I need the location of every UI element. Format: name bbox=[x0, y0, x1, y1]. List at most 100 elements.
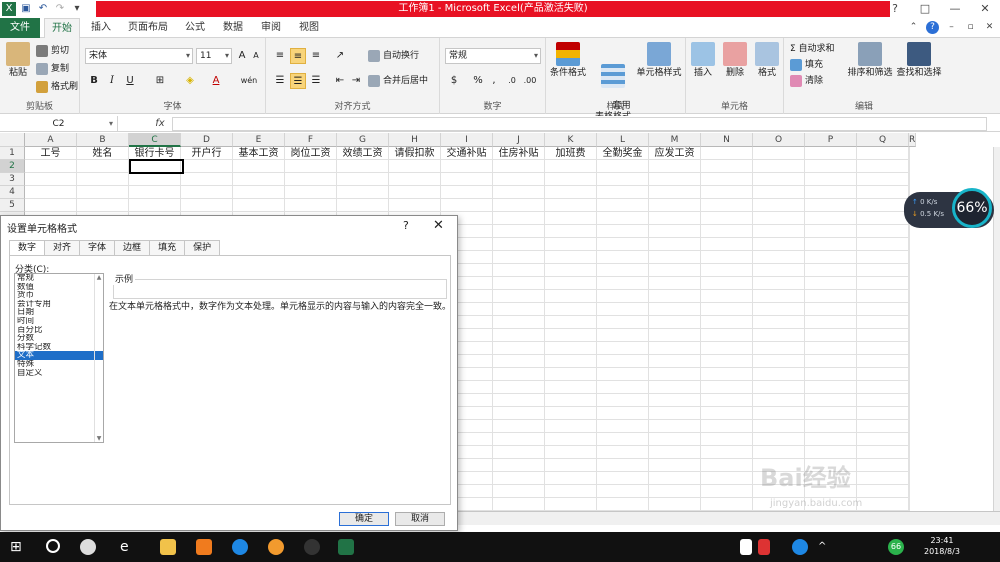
grid-cell[interactable] bbox=[337, 173, 389, 186]
grid-cell[interactable] bbox=[649, 199, 701, 212]
grid-cell[interactable] bbox=[857, 238, 909, 251]
grid-cell[interactable] bbox=[389, 199, 441, 212]
clock[interactable]: 23:41 2018/8/3 bbox=[924, 535, 960, 557]
grid-cell[interactable]: 加班费 bbox=[545, 147, 597, 160]
category-item[interactable]: 自定义 bbox=[15, 369, 103, 378]
fill-button[interactable]: 填充 bbox=[790, 58, 823, 72]
grid-cell[interactable] bbox=[649, 342, 701, 355]
grid-cell[interactable] bbox=[233, 173, 285, 186]
grid-cell[interactable] bbox=[597, 290, 649, 303]
row-header[interactable]: 5 bbox=[0, 199, 25, 212]
grid-cell[interactable] bbox=[493, 329, 545, 342]
grid-cell[interactable] bbox=[597, 303, 649, 316]
column-header[interactable]: L bbox=[597, 133, 649, 147]
grid-cell[interactable] bbox=[909, 472, 910, 485]
decrease-decimal-icon[interactable]: .00 bbox=[522, 73, 538, 89]
search-icon[interactable] bbox=[46, 539, 60, 553]
percent-button[interactable]: % bbox=[470, 73, 486, 89]
grid-cell[interactable] bbox=[597, 472, 649, 485]
font-color-icon[interactable]: A bbox=[208, 73, 224, 89]
grid-cell[interactable] bbox=[649, 446, 701, 459]
column-header[interactable]: Q bbox=[857, 133, 909, 147]
grid-cell[interactable] bbox=[701, 238, 753, 251]
grid-cell[interactable] bbox=[857, 498, 909, 511]
dialog-tab-protection[interactable]: 保护 bbox=[185, 240, 221, 256]
grid-cell[interactable] bbox=[493, 225, 545, 238]
grid-cell[interactable] bbox=[753, 277, 805, 290]
copy-button[interactable]: 复制 bbox=[36, 62, 69, 76]
grid-cell[interactable] bbox=[857, 251, 909, 264]
grid-cell[interactable] bbox=[753, 147, 805, 160]
tab-formulas[interactable]: 公式 bbox=[178, 18, 212, 38]
grid-cell[interactable] bbox=[545, 303, 597, 316]
grid-cell[interactable] bbox=[701, 420, 753, 433]
grid-cell[interactable] bbox=[493, 303, 545, 316]
grid-cell[interactable] bbox=[285, 186, 337, 199]
column-header[interactable]: C bbox=[129, 133, 181, 147]
grid-cell[interactable] bbox=[753, 303, 805, 316]
grid-cell[interactable] bbox=[337, 160, 389, 173]
grid-cell[interactable] bbox=[233, 160, 285, 173]
column-header[interactable]: K bbox=[545, 133, 597, 147]
grid-cell[interactable] bbox=[493, 290, 545, 303]
grid-cell[interactable] bbox=[649, 160, 701, 173]
grid-cell[interactable] bbox=[701, 342, 753, 355]
grid-cell[interactable] bbox=[389, 173, 441, 186]
grid-cell[interactable] bbox=[493, 433, 545, 446]
currency-icon[interactable]: $ bbox=[446, 73, 462, 89]
grid-cell[interactable] bbox=[545, 433, 597, 446]
grid-cell[interactable] bbox=[337, 199, 389, 212]
wrap-text-button[interactable]: 自动换行 bbox=[368, 49, 419, 63]
grid-cell[interactable] bbox=[649, 407, 701, 420]
grid-cell[interactable] bbox=[545, 459, 597, 472]
bold-button[interactable]: B bbox=[86, 73, 102, 89]
grid-cell[interactable] bbox=[597, 498, 649, 511]
grid-cell[interactable] bbox=[753, 355, 805, 368]
close-button[interactable]: ✕ bbox=[970, 0, 1000, 18]
grid-cell[interactable] bbox=[805, 199, 857, 212]
increase-decimal-icon[interactable]: .0 bbox=[504, 73, 520, 89]
grid-cell[interactable] bbox=[181, 199, 233, 212]
italic-button[interactable]: I bbox=[104, 73, 120, 89]
grid-cell[interactable] bbox=[441, 186, 493, 199]
grid-cell[interactable] bbox=[649, 264, 701, 277]
insert-cells-button[interactable]: 插入 bbox=[688, 42, 718, 79]
grid-cell[interactable] bbox=[545, 472, 597, 485]
column-header[interactable]: N bbox=[701, 133, 753, 147]
grid-cell[interactable] bbox=[909, 316, 910, 329]
grid-cell[interactable] bbox=[597, 355, 649, 368]
grid-cell[interactable] bbox=[493, 381, 545, 394]
grid-cell[interactable] bbox=[181, 186, 233, 199]
select-all-corner[interactable] bbox=[0, 133, 25, 147]
grid-cell[interactable] bbox=[753, 251, 805, 264]
grid-cell[interactable] bbox=[909, 381, 910, 394]
dialog-tab-font[interactable]: 字体 bbox=[80, 240, 116, 256]
grid-cell[interactable] bbox=[805, 173, 857, 186]
shrink-font-icon[interactable]: A bbox=[248, 48, 264, 64]
find-select-button[interactable]: 查找和选择 bbox=[894, 42, 944, 79]
grid-cell[interactable] bbox=[597, 394, 649, 407]
underline-button[interactable]: U bbox=[122, 73, 138, 89]
grid-cell[interactable] bbox=[597, 251, 649, 264]
grid-cell[interactable] bbox=[493, 459, 545, 472]
grid-cell[interactable] bbox=[545, 251, 597, 264]
grid-cell[interactable] bbox=[857, 186, 909, 199]
grid-cell[interactable] bbox=[389, 160, 441, 173]
grid-cell[interactable] bbox=[545, 238, 597, 251]
grid-cell[interactable] bbox=[805, 329, 857, 342]
grid-cell[interactable] bbox=[493, 212, 545, 225]
comma-button[interactable]: , bbox=[486, 73, 502, 89]
align-left-icon[interactable]: ☰ bbox=[272, 73, 288, 89]
grid-cell[interactable] bbox=[909, 160, 910, 173]
grid-cell[interactable] bbox=[77, 186, 129, 199]
grid-cell[interactable] bbox=[753, 342, 805, 355]
grid-cell[interactable] bbox=[649, 277, 701, 290]
column-header[interactable]: P bbox=[805, 133, 857, 147]
category-item[interactable]: 数值 bbox=[15, 283, 103, 292]
grid-cell[interactable] bbox=[805, 251, 857, 264]
grid-cell[interactable] bbox=[805, 355, 857, 368]
formula-input[interactable] bbox=[172, 117, 987, 131]
grid-cell[interactable] bbox=[545, 277, 597, 290]
grid-cell[interactable] bbox=[597, 420, 649, 433]
grid-cell[interactable] bbox=[493, 368, 545, 381]
